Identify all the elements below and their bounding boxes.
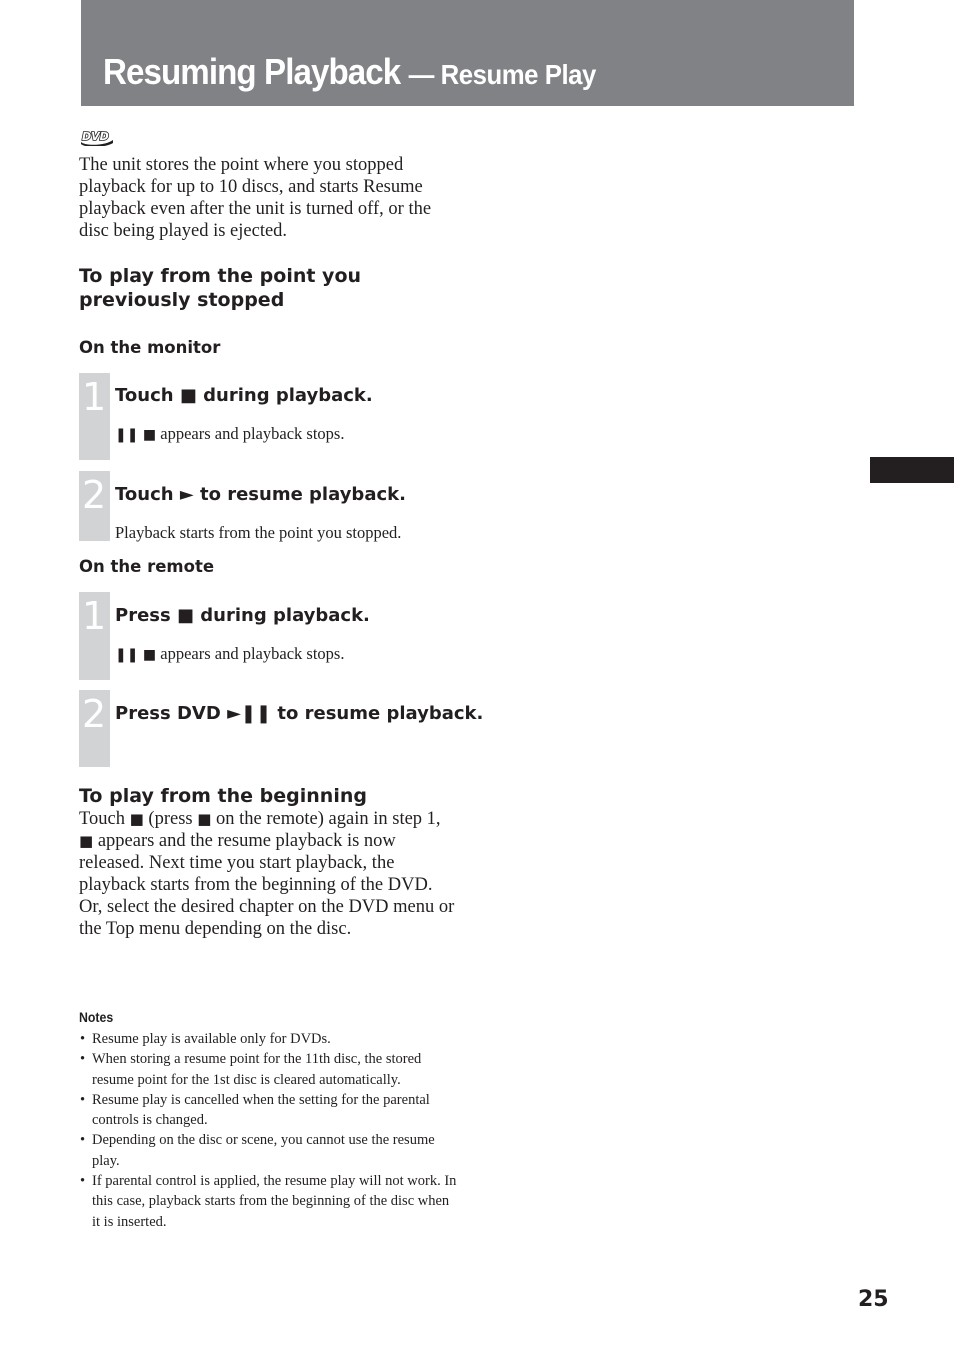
section-heading-resume: To play from the point you previously st…: [79, 264, 361, 312]
step-title: Press ■ during playback.: [115, 605, 370, 627]
play-icon: ►: [179, 484, 194, 505]
note-item: If parental control is applied, the resu…: [79, 1171, 459, 1232]
section-heading-resume-line1: To play from the point you: [79, 265, 362, 287]
notes-title: Notes: [79, 1009, 114, 1025]
step-number-badge: 1: [79, 592, 110, 680]
section-side-tab: [870, 457, 954, 483]
step-title: Press DVD ►❚❚ to resume playback.: [115, 703, 483, 725]
dvd-logo-text: DVD: [82, 130, 109, 143]
step-title-text: Touch: [115, 385, 174, 406]
stop-icon: ■: [177, 605, 195, 626]
step-title-text: Press: [115, 605, 171, 626]
step-description-text: appears and playback stops.: [160, 424, 345, 443]
step-title-text: during playback.: [203, 385, 373, 406]
step-description: ❚❚ ■ appears and playback stops.: [115, 644, 344, 665]
pause-stop-icon: ❚❚ ■: [115, 427, 157, 443]
subheading-monitor: On the monitor: [79, 338, 221, 357]
stop-icon: ■: [129, 810, 144, 828]
notes-list: Resume play is available only for DVDs. …: [79, 1029, 459, 1232]
page-number: 25: [858, 1287, 889, 1312]
step-number: 2: [82, 692, 107, 736]
page-title-sub: — Resume Play: [408, 59, 597, 90]
text-run: appears and the resume playback is now r…: [79, 831, 433, 895]
step-number: 1: [82, 375, 107, 419]
step-title: Touch ► to resume playback.: [115, 484, 406, 506]
step-description-text: appears and playback stops.: [160, 644, 345, 663]
step-title-text: to resume playback.: [199, 484, 406, 505]
intro-paragraph: The unit stores the point where you stop…: [79, 155, 432, 241]
section-heading-beginning: To play from the beginning: [79, 785, 367, 807]
beginning-paragraph-2: Or, select the desired chapter on the DV…: [79, 897, 455, 939]
play-pause-icon: ►❚❚: [227, 703, 272, 724]
step-number-badge: 1: [79, 373, 110, 460]
step-number: 1: [82, 594, 107, 638]
header-band: Resuming Playback — Resume Play: [81, 0, 854, 106]
note-item: Depending on the disc or scene, you cann…: [79, 1130, 459, 1171]
beginning-body: Touch ■ (press ■ on the remote) again in…: [79, 808, 459, 940]
step-title-text: Press DVD: [115, 703, 221, 724]
step-number-badge: 2: [79, 471, 110, 541]
note-item: Resume play is available only for DVDs.: [79, 1029, 459, 1050]
step-number: 2: [82, 473, 107, 517]
subheading-remote: On the remote: [79, 557, 215, 576]
section-heading-resume-line2: previously stopped: [79, 289, 285, 311]
page-title-main: Resuming Playback: [103, 51, 401, 92]
step-title-text: to resume playback.: [277, 703, 484, 724]
pause-stop-icon: ❚❚ ■: [115, 647, 157, 663]
text-run: (press: [148, 809, 193, 829]
step-description: Playback starts from the point you stopp…: [115, 523, 402, 542]
step-title-text: Touch: [115, 484, 174, 505]
step-title: Touch ■ during playback.: [115, 385, 373, 407]
stop-icon: ■: [79, 832, 94, 850]
note-item: When storing a resume point for the 11th…: [79, 1049, 459, 1090]
beginning-paragraph-1: Touch ■ (press ■ on the remote) again in…: [79, 809, 441, 895]
page-title: Resuming Playback — Resume Play: [103, 54, 596, 90]
text-run: Touch: [79, 809, 125, 829]
note-item: Resume play is cancelled when the settin…: [79, 1090, 459, 1131]
dvd-logo-icon: DVD: [79, 128, 115, 147]
step-description: ❚❚ ■ appears and playback stops.: [115, 424, 344, 445]
text-run: on the remote) again in step 1,: [216, 809, 441, 829]
step-number-badge: 2: [79, 690, 110, 767]
stop-icon: ■: [197, 810, 212, 828]
step-title-text: during playback.: [200, 605, 370, 626]
stop-icon: ■: [179, 385, 197, 406]
